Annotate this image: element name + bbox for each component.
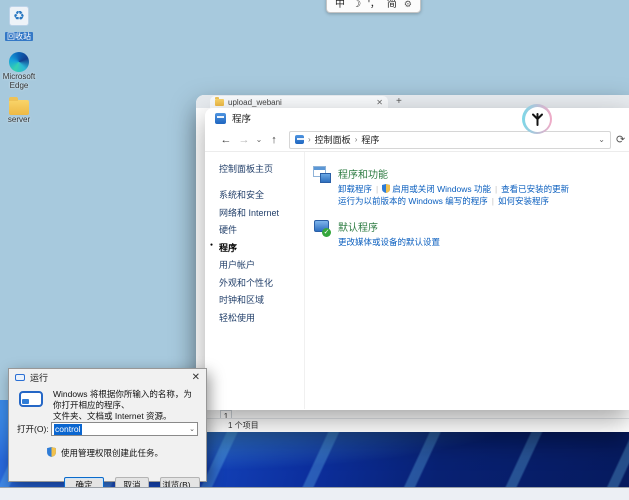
sidebar-item-appearance[interactable]: 外观和个性化 [219, 276, 304, 289]
group-programs-and-features: 程序和功能 卸载程序|启用或关闭 Windows 功能|查看已安装的更新 运行为… [313, 166, 629, 206]
close-icon[interactable]: ✕ [192, 372, 200, 383]
link-run-older-programs[interactable]: 运行为以前版本的 Windows 编写的程序 [338, 196, 488, 206]
link-how-to-install[interactable]: 如何安装程序 [498, 196, 549, 206]
sidebar-item-hardware[interactable]: 硬件 [219, 223, 304, 236]
recent-locations-button[interactable]: ⌄ [253, 135, 265, 144]
edge-label-line2: Edge [0, 81, 38, 90]
run-description: Windows 将根据你所输入的名称，为你打开相应的程序、 文件夹、文档或 In… [53, 389, 198, 413]
admin-note-text: 使用管理权限创建此任务。 [61, 447, 163, 459]
desktop-icon-server[interactable]: server [0, 100, 38, 124]
ime-simplified-toggle[interactable]: 简 [387, 0, 397, 10]
link-view-updates[interactable]: 查看已安装的更新 [501, 184, 569, 194]
edge-label-line1: Microsoft [0, 72, 38, 81]
group-default-programs: ✓ 默认程序 更改媒体或设备的默认设置 [313, 219, 629, 248]
breadcrumb-separator: › [355, 135, 358, 144]
ime-toolbar[interactable]: 中 ☽ '， 简 ⚙ [326, 0, 421, 13]
ime-halfwidth-moon-icon[interactable]: ☽ [352, 0, 361, 10]
programs-features-icon [313, 166, 331, 184]
sidebar-item-clock-region[interactable]: 时钟和区域 [219, 293, 304, 306]
selected-input-text: control [54, 424, 82, 435]
sidebar-item-ease-of-access[interactable]: 轻松使用 [219, 311, 304, 324]
control-panel-icon [295, 135, 304, 144]
run-title-bar[interactable]: 运行 ✕ [9, 369, 206, 385]
admin-note-row: 使用管理权限创建此任务。 [47, 444, 198, 462]
sidebar-item-programs[interactable]: 程序 [219, 241, 304, 254]
sidebar-item-network-internet[interactable]: 网络和 Internet [219, 206, 304, 219]
ime-gear-icon[interactable]: ⚙ [404, 0, 412, 10]
window-title: 程序 [232, 111, 251, 125]
new-tab-button[interactable]: + [396, 96, 402, 108]
sidebar-item-system-security[interactable]: 系统和安全 [219, 188, 304, 201]
link-windows-features[interactable]: 启用或关闭 Windows 功能 [392, 184, 491, 194]
forward-button[interactable]: → [235, 134, 253, 146]
sidebar-item-user-accounts[interactable]: 用户帐户 [219, 258, 304, 271]
up-button[interactable]: ↑ [265, 134, 283, 146]
trident-logo-icon [525, 107, 550, 132]
uac-shield-icon [382, 184, 390, 196]
link-uninstall-program[interactable]: 卸载程序 [338, 184, 372, 194]
control-panel-title-bar[interactable]: 程序 [205, 108, 629, 128]
run-icon [15, 374, 25, 381]
folder-icon [215, 99, 224, 106]
control-panel-window: 程序 ← → ⌄ ↑ › 控制面板 › 程序 ⌄ ⟳ 控制面板主页 系统和安全 … [205, 108, 629, 410]
server-label: server [0, 115, 38, 124]
run-dialog-title: 运行 [30, 371, 187, 384]
ime-punctuation-toggle[interactable]: '， [368, 0, 380, 10]
combo-dropdown-icon[interactable]: ⌄ [189, 425, 195, 433]
taskbar[interactable] [0, 487, 629, 500]
programs-features-links-row2: 运行为以前版本的 Windows 编写的程序|如何安装程序 [338, 196, 569, 207]
recycle-bin-label: 回收站 [5, 32, 33, 41]
run-command-input[interactable]: control ⌄ [51, 422, 198, 436]
link-change-media-defaults[interactable]: 更改媒体或设备的默认设置 [338, 237, 440, 247]
uac-shield-icon [47, 444, 56, 462]
programs-features-links-row1: 卸载程序|启用或关闭 Windows 功能|查看已安装的更新 [338, 184, 569, 196]
folder-icon [9, 100, 29, 115]
control-panel-main: 程序和功能 卸载程序|启用或关闭 Windows 功能|查看已安装的更新 运行为… [305, 152, 629, 409]
breadcrumb-programs[interactable]: 程序 [361, 133, 379, 146]
ime-mode-chinese[interactable]: 中 [335, 0, 345, 10]
control-panel-icon [215, 113, 226, 124]
back-button[interactable]: ← [217, 134, 235, 146]
address-dropdown-icon[interactable]: ⌄ [598, 135, 605, 144]
recycle-bin-icon: ♻ [9, 6, 29, 26]
explorer-status-bar: 1 个项目 [196, 418, 629, 432]
desktop-icon-recycle-bin[interactable]: ♻ 回收站 [0, 6, 38, 44]
sidebar-item-home[interactable]: 控制面板主页 [219, 162, 304, 175]
explorer-tab-bar: upload_webani ✕ + [196, 95, 629, 108]
programs-features-title[interactable]: 程序和功能 [338, 166, 569, 181]
tab-close-icon[interactable]: ✕ [376, 98, 383, 107]
control-panel-sidebar: 控制面板主页 系统和安全 网络和 Internet 硬件 程序 用户帐户 外观和… [205, 152, 305, 409]
open-label: 打开(O): [17, 423, 51, 435]
default-programs-icon: ✓ [313, 219, 331, 237]
run-dialog: 运行 ✕ Windows 将根据你所输入的名称，为你打开相应的程序、 文件夹、文… [8, 368, 207, 482]
desktop-icon-edge[interactable]: Microsoft Edge [0, 52, 38, 90]
breadcrumb-separator: › [308, 135, 311, 144]
default-programs-title[interactable]: 默认程序 [338, 219, 440, 234]
edge-icon [9, 52, 29, 72]
navigation-toolbar: ← → ⌄ ↑ › 控制面板 › 程序 ⌄ ⟳ [205, 128, 629, 152]
agent-badge [522, 104, 552, 134]
tab-title: upload_webani [228, 98, 372, 107]
run-dialog-icon [19, 391, 43, 407]
explorer-tab-upload-webani[interactable]: upload_webani ✕ [210, 96, 388, 108]
breadcrumb-control-panel[interactable]: 控制面板 [315, 133, 351, 146]
address-bar[interactable]: › 控制面板 › 程序 ⌄ [289, 131, 611, 149]
refresh-icon[interactable]: ⟳ [616, 133, 625, 146]
